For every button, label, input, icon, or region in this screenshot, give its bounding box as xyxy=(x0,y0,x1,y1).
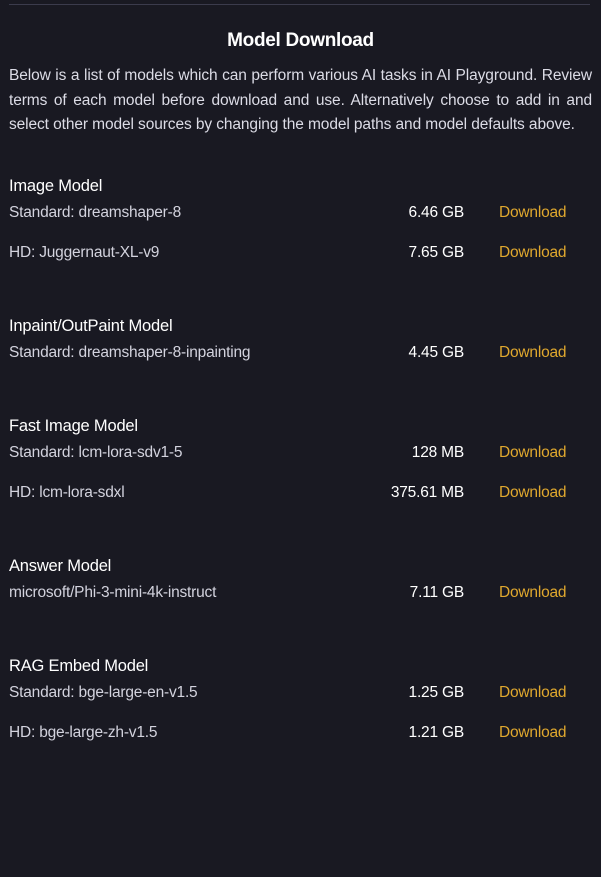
model-name: microsoft/Phi-3-mini-4k-instruct xyxy=(9,583,217,601)
download-button[interactable]: Download xyxy=(499,584,592,602)
section-title: Inpaint/OutPaint Model xyxy=(9,316,173,335)
model-name: Standard: bge-large-en-v1.5 xyxy=(9,683,198,701)
model-section: Image Model Standard: dreamshaper-8 6.46 G… xyxy=(9,176,592,284)
model-sections: Image Model Standard: dreamshaper-8 6.46 G… xyxy=(9,176,592,764)
model-row: Standard: lcm-lora-sdv1-5 128 MB Download xyxy=(9,444,592,484)
model-size: 4.45 GB xyxy=(408,343,465,361)
section-title: Image Model xyxy=(9,176,103,195)
model-row: microsoft/Phi-3-mini-4k-instruct 7.11 GB D… xyxy=(9,584,592,624)
model-name: HD: bge-large-zh-v1.5 xyxy=(9,723,158,741)
model-name: HD: lcm-lora-sdxl xyxy=(9,483,125,501)
download-button[interactable]: Download xyxy=(499,684,592,702)
download-button[interactable]: Download xyxy=(499,344,592,362)
model-section: Inpaint/OutPaint Model Standard: dreamsha… xyxy=(9,316,592,384)
model-size: 128 MB xyxy=(411,443,464,461)
model-row: Standard: bge-large-en-v1.5 1.25 GB Downlo… xyxy=(9,684,592,724)
model-name: Standard: dreamshaper-8 xyxy=(9,203,182,221)
model-size: 6.46 GB xyxy=(408,203,465,221)
model-download-page: Model Download Below is a list of models… xyxy=(0,0,601,877)
page-description: Below is a list of models which can perf… xyxy=(9,67,592,133)
download-button[interactable]: Download xyxy=(499,204,592,222)
model-section: Fast Image Model Standard: lcm-lora-sdv1-… xyxy=(9,416,592,524)
model-row: HD: lcm-lora-sdxl 375.61 MB Download xyxy=(9,484,592,524)
download-button[interactable]: Download xyxy=(499,244,592,262)
page-title: Model Download xyxy=(227,30,374,51)
section-title: Answer Model xyxy=(9,556,112,575)
section-title: Fast Image Model xyxy=(9,416,138,435)
model-row: HD: bge-large-zh-v1.5 1.21 GB Download xyxy=(9,724,592,764)
model-size: 1.21 GB xyxy=(408,723,465,741)
model-name: HD: Juggernaut-XL-v9 xyxy=(9,243,160,261)
model-name: Standard: lcm-lora-sdv1-5 xyxy=(9,443,183,461)
model-size: 7.65 GB xyxy=(408,243,465,261)
page-content: Model Download Below is a list of models… xyxy=(0,0,601,764)
model-size: 375.61 MB xyxy=(390,483,464,501)
download-button[interactable]: Download xyxy=(499,724,592,742)
download-button[interactable]: Download xyxy=(499,484,592,502)
model-size: 1.25 GB xyxy=(408,683,465,701)
model-name: Standard: dreamshaper-8-inpainting xyxy=(9,343,251,361)
model-section: RAG Embed Model Standard: bge-large-en-v1… xyxy=(9,656,592,764)
download-button[interactable]: Download xyxy=(499,444,592,462)
section-title: RAG Embed Model xyxy=(9,656,149,675)
model-section: Answer Model microsoft/Phi-3-mini-4k-inst… xyxy=(9,556,592,624)
model-size: 7.11 GB xyxy=(409,583,465,601)
model-row: Standard: dreamshaper-8-inpainting 4.45 G… xyxy=(9,344,592,384)
model-row: HD: Juggernaut-XL-v9 7.65 GB Download xyxy=(9,244,592,284)
model-row: Standard: dreamshaper-8 6.46 GB Download xyxy=(9,204,592,244)
